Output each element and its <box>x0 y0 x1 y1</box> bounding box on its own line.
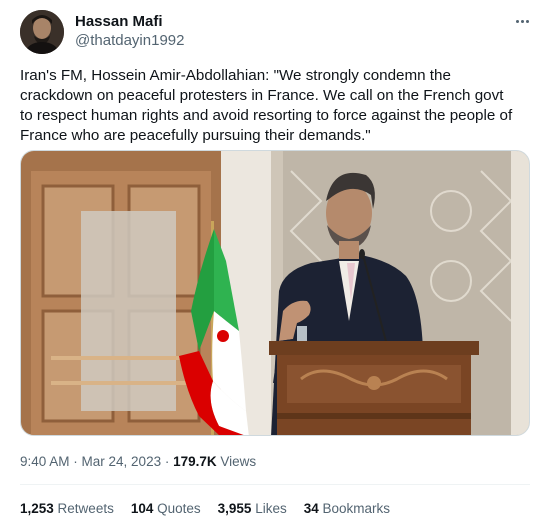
tweet-text: Iran's FM, Hossein Amir-Abdollahian: "We… <box>20 67 513 144</box>
quotes-stat[interactable]: 104 Quotes <box>131 500 201 518</box>
meta-separator-2: · <box>161 454 174 469</box>
bookmarks-count: 34 <box>303 501 319 516</box>
retweets-stat[interactable]: 1,253 Retweets <box>20 500 114 518</box>
likes-stat[interactable]: 3,955 Likes <box>218 500 287 518</box>
likes-count: 3,955 <box>217 501 252 516</box>
press-conference-photo <box>21 151 529 435</box>
more-options-button[interactable] <box>508 10 536 32</box>
tweet-photo[interactable] <box>20 150 530 436</box>
tweet-time[interactable]: 9:40 AM <box>20 454 70 469</box>
bookmarks-stat[interactable]: 34 Bookmarks <box>304 500 390 518</box>
quotes-count: 104 <box>130 501 154 516</box>
person-avatar-icon <box>20 10 64 54</box>
likes-label: Likes <box>251 501 287 516</box>
views-label: Views <box>216 454 257 469</box>
tweet-meta: 9:40 AM · Mar 24, 2023 · 179.7K Views <box>20 453 256 471</box>
quotes-label: Quotes <box>153 501 201 516</box>
tweet-date[interactable]: Mar 24, 2023 <box>82 454 162 469</box>
author-display-name[interactable]: Hassan Mafi <box>75 13 163 31</box>
divider <box>20 484 530 485</box>
avatar[interactable] <box>20 10 64 54</box>
tweet: Hassan Mafi @thatdayin1992 Iran's FM, Ho… <box>0 0 538 523</box>
retweets-label: Retweets <box>53 501 114 516</box>
author-handle[interactable]: @thatdayin1992 <box>75 32 184 50</box>
retweets-count: 1,253 <box>20 501 54 516</box>
views-count: 179.7K <box>173 454 217 469</box>
tweet-stats: 1,253 Retweets 104 Quotes 3,955 Likes 34… <box>20 500 407 518</box>
more-horizontal-icon <box>515 19 529 23</box>
meta-separator: · <box>69 454 82 469</box>
bookmarks-label: Bookmarks <box>318 501 391 516</box>
